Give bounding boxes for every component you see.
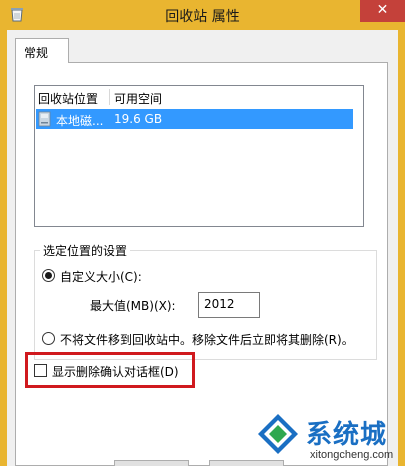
cell-location: 本地磁... <box>56 114 104 128</box>
max-size-label: 最大值(MB)(X): <box>90 299 176 313</box>
no-move-label[interactable]: 不将文件移到回收站中。移除文件后立即将其删除(R)。 <box>60 331 354 348</box>
max-size-input[interactable]: 2012 <box>198 292 260 318</box>
no-move-radio[interactable] <box>42 332 55 345</box>
window-title: 回收站 属性 <box>165 9 240 25</box>
close-button[interactable]: ✕ <box>360 0 405 22</box>
column-divider[interactable] <box>109 89 110 105</box>
highlight-annotation <box>25 352 195 388</box>
column-header-location[interactable]: 回收站位置 <box>38 90 98 107</box>
site-name: 系统城 <box>306 420 388 450</box>
title-bar[interactable]: 回收站 属性 ✕ <box>0 0 405 30</box>
site-logo-icon <box>254 410 302 458</box>
column-header-free-space[interactable]: 可用空间 <box>114 90 162 107</box>
list-row-local-disk[interactable]: 本地磁... 19.6 GB <box>36 109 353 129</box>
tab-general[interactable]: 常规 <box>15 38 69 63</box>
local-disk-icon <box>38 111 51 127</box>
group-legend: 选定位置的设置 <box>40 242 131 259</box>
custom-size-label[interactable]: 自定义大小(C): <box>60 268 142 285</box>
recycle-bin-location-list[interactable]: 回收站位置 可用空间 本地磁... 19.6 GB <box>34 85 364 227</box>
custom-size-radio[interactable] <box>42 269 55 282</box>
dialog-body: 常规 回收站位置 可用空间 本地磁... 19.6 GB 选定位置的设置 自定义… <box>7 30 398 466</box>
selected-location-settings: 选定位置的设置 自定义大小(C): 最大值(MB)(X): 2012 不将文件移… <box>34 242 377 360</box>
site-watermark: 系统城 xitongcheng.com <box>250 408 405 466</box>
properties-window: 回收站 属性 ✕ 常规 回收站位置 可用空间 本地磁... 19.6 GB 选定… <box>0 0 405 466</box>
cell-free-space: 19.6 GB <box>114 112 163 126</box>
ok-button[interactable] <box>114 460 189 466</box>
close-icon: ✕ <box>376 2 389 18</box>
tab-panel-general: 回收站位置 可用空间 本地磁... 19.6 GB 选定位置的设置 自定义大小(… <box>15 62 388 466</box>
site-url: xitongcheng.com <box>310 449 394 461</box>
tab-general-label: 常规 <box>24 46 49 60</box>
list-header: 回收站位置 可用空间 <box>35 86 363 108</box>
